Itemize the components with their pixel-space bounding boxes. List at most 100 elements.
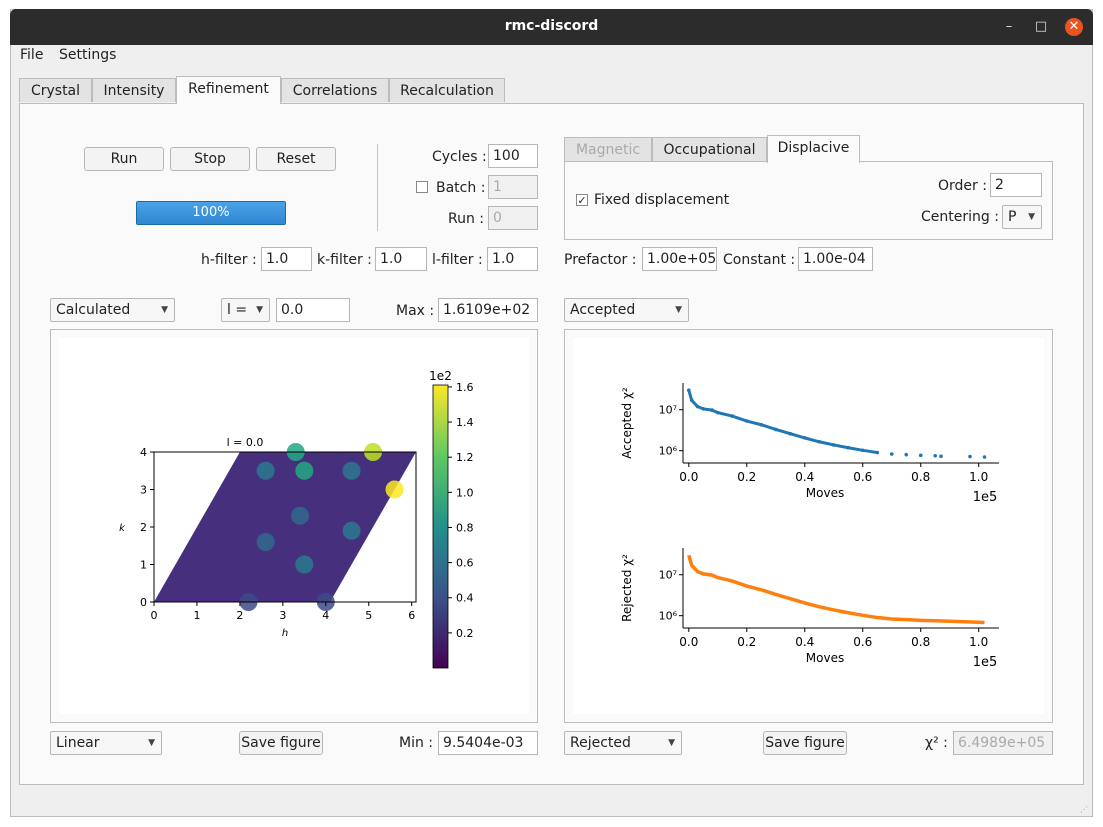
data-point — [889, 452, 894, 456]
order-input[interactable]: 2 — [990, 173, 1042, 197]
centering-select[interactable]: P ▼ — [1002, 205, 1042, 229]
colorbar-tick-label: 0.8 — [456, 521, 474, 534]
l-filter-input[interactable]: 1.0 — [487, 247, 538, 271]
series-segment — [687, 389, 694, 401]
subtab-occupational[interactable]: Occupational — [652, 137, 767, 161]
x-tick-label: 0.0 — [679, 635, 698, 649]
fixed-displacement-checkbox[interactable]: ✓ — [576, 194, 588, 206]
slice-select[interactable]: l = ▼ — [221, 298, 270, 322]
window-title: rmc-discord — [504, 18, 599, 34]
maximize-icon[interactable]: □ — [1032, 18, 1050, 36]
reset-button[interactable]: Reset — [256, 147, 336, 171]
k-filter-label: k-filter : — [317, 252, 372, 268]
chevron-down-icon: ▼ — [1028, 212, 1035, 222]
min-label: Min : — [399, 735, 434, 751]
separator — [377, 144, 378, 231]
constant-input[interactable]: 1.00e-04 — [798, 247, 873, 271]
series-segment — [818, 440, 835, 447]
dataset-value: Calculated — [56, 302, 131, 318]
y-tick-label: 2 — [140, 521, 147, 534]
chi2-label: χ² : — [925, 735, 948, 751]
colorbar-tick-label: 1.0 — [456, 486, 474, 499]
menu-bar — [11, 45, 1092, 67]
heatmap-canvas[interactable]: 0 1 2 3 4 5 6 0 1 2 3 4 h k l = 0.0 0.2 0.4 0.6 0.8 1.0 1.2 1… — [59, 338, 529, 714]
scale-select[interactable]: Linear ▼ — [50, 731, 162, 755]
menu-settings[interactable]: Settings — [59, 47, 116, 63]
series-line — [687, 554, 985, 625]
close-icon[interactable]: ✕ — [1065, 18, 1083, 36]
y-axis-label: Accepted χ² — [620, 387, 634, 459]
batch-checkbox[interactable] — [416, 181, 428, 193]
k-filter-input[interactable]: 1.0 — [375, 247, 427, 271]
series-segment — [746, 419, 762, 427]
x-axis-label: h — [282, 628, 288, 639]
x-tick-label: 0.4 — [795, 635, 814, 649]
colorbar-tick-label: 1.6 — [456, 381, 474, 394]
chi2-input[interactable]: 6.4989e+05 — [953, 731, 1053, 755]
series-segment — [789, 432, 806, 440]
prefactor-input[interactable]: 1.00e+05 — [642, 247, 717, 271]
run-button[interactable]: Run — [84, 147, 164, 171]
save-figure-button-right[interactable]: Save figure — [763, 731, 847, 755]
x-tick-label: 2 — [236, 609, 243, 622]
tab-correlations[interactable]: Correlations — [281, 78, 389, 102]
batch-input[interactable]: 1 — [488, 175, 538, 199]
y-tick-label: 4 — [140, 446, 147, 459]
heatmap-peak — [342, 521, 361, 540]
colorbar-tick-label: 1.4 — [456, 416, 474, 429]
series-segment — [775, 428, 791, 436]
subtab-displacive[interactable]: Displacive — [767, 135, 860, 163]
chi2-canvas[interactable]: 0.0 0.2 0.4 0.6 0.8 1.0 10⁷ 10⁶ Moves 1e5 Accepted… — [573, 338, 1044, 714]
y-axis-label: k — [119, 523, 126, 534]
heatmap-peak — [291, 506, 310, 525]
rejected-value: Rejected — [570, 735, 631, 751]
y-tick-label: 10⁷ — [659, 404, 677, 417]
menu-file[interactable]: File — [20, 47, 43, 63]
x-tick-label: 0.6 — [853, 635, 872, 649]
chevron-down-icon: ▼ — [675, 305, 682, 315]
data-point — [904, 452, 909, 457]
colorbar-tick-label: 1.2 — [456, 451, 474, 464]
tab-refinement[interactable]: Refinement — [176, 76, 281, 104]
x-axis-label: Moves — [806, 651, 844, 665]
centering-value: P — [1008, 209, 1017, 225]
max-input[interactable]: 1.6109e+02 — [438, 298, 538, 322]
scale-value: Linear — [56, 735, 100, 751]
series-segment — [760, 423, 777, 431]
colorbar-tick-label: 0.4 — [456, 592, 474, 605]
series-segment — [833, 443, 849, 450]
tab-intensity[interactable]: Intensity — [92, 78, 176, 102]
slice-value-input[interactable]: 0.0 — [276, 298, 350, 322]
rejected-select[interactable]: Rejected ▼ — [564, 731, 682, 755]
dataset-select[interactable]: Calculated ▼ — [50, 298, 175, 322]
subtab-magnetic[interactable]: Magnetic — [564, 137, 652, 161]
x-tick-label: 0.6 — [853, 470, 872, 484]
tab-recalculation[interactable]: Recalculation — [389, 78, 505, 102]
l-filter-label: l-filter : — [432, 252, 483, 268]
tab-crystal[interactable]: Crystal — [19, 78, 92, 102]
order-label: Order : — [938, 178, 987, 194]
title-bar: rmc-discord – □ ✕ — [10, 9, 1093, 45]
series-segment — [711, 408, 719, 415]
batch-label: Batch : — [436, 180, 486, 196]
series-segment — [862, 448, 878, 455]
accepted-select[interactable]: Accepted ▼ — [564, 298, 689, 322]
h-filter-input[interactable]: 1.0 — [261, 247, 312, 271]
heatmap-peak — [295, 461, 314, 480]
x-tick-label: 4 — [322, 609, 329, 622]
run-count-input[interactable]: 0 — [488, 206, 538, 230]
save-figure-button[interactable]: Save figure — [239, 731, 323, 755]
fixed-displacement-label: Fixed displacement — [594, 192, 730, 208]
stop-button[interactable]: Stop — [170, 147, 250, 171]
data-point — [968, 454, 972, 459]
y-tick-label: 0 — [140, 596, 147, 609]
series-segment — [731, 414, 748, 423]
y-tick-label: 10⁶ — [659, 445, 678, 458]
slice-select-value: l = — [227, 302, 248, 318]
cycles-input[interactable]: 100 — [488, 144, 538, 168]
data-point — [918, 453, 923, 458]
resize-grip-icon[interactable]: ⋰ — [1080, 805, 1088, 814]
minimize-icon[interactable]: – — [1000, 18, 1018, 36]
min-input[interactable]: 9.5404e-03 — [438, 731, 538, 755]
y-axis-label: Rejected χ² — [620, 554, 634, 622]
